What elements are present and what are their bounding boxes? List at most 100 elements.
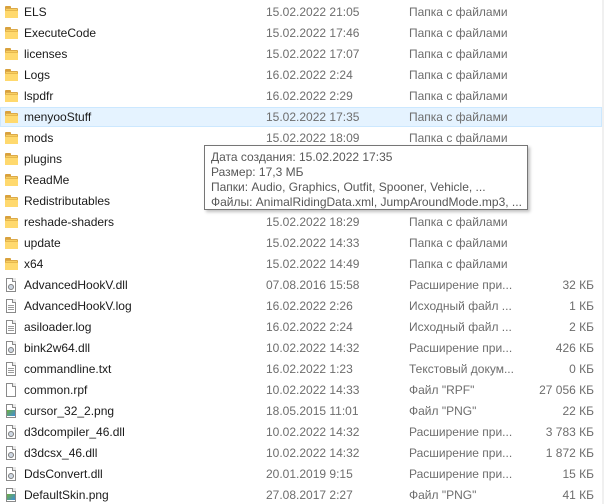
date-modified: 16.02.2022 1:23 — [266, 362, 353, 376]
date-modified: 15.02.2022 14:33 — [266, 236, 360, 250]
folder-icon — [4, 215, 18, 229]
text-file-icon — [4, 362, 18, 376]
file-name: DdsConvert.dll — [24, 467, 103, 481]
date-modified: 20.01.2019 9:15 — [266, 467, 353, 481]
text-file-icon — [4, 299, 18, 313]
file-size: 0 КБ — [569, 362, 594, 376]
dll-file-icon — [4, 278, 18, 292]
file-name: commandline.txt — [24, 362, 112, 376]
file-name: menyooStuff — [24, 110, 92, 124]
image-file-icon — [4, 488, 18, 502]
file-row[interactable]: commandline.txt 16.02.2022 1:23 Текстовый … — [0, 359, 604, 380]
file-name: d3dcompiler_46.dll — [24, 425, 125, 439]
folder-row[interactable]: update 15.02.2022 14:33 Папка с файлами — [0, 233, 604, 254]
file-size — [500, 68, 594, 83]
file-row[interactable]: common.rpf 10.02.2022 14:33 Файл "RPF" 27 0… — [0, 380, 604, 401]
file-size: 2 КБ — [569, 320, 594, 334]
date-modified: 15.02.2022 18:09 — [266, 131, 360, 145]
file-row[interactable]: d3dcsx_46.dll 10.02.2022 14:32 Расширение … — [0, 443, 604, 464]
file-size — [500, 257, 594, 272]
folder-row[interactable]: Logs 16.02.2022 2:24 Папка с файлами — [0, 65, 604, 86]
file-name: cursor_32_2.png — [24, 404, 115, 418]
file-name: x64 — [24, 257, 44, 271]
folder-row[interactable]: ExecuteCode 15.02.2022 17:46 Папка с файла… — [0, 23, 604, 44]
date-modified: 10.02.2022 14:33 — [266, 383, 360, 397]
file-size: 22 КБ — [562, 404, 594, 418]
folder-row[interactable]: ELS 15.02.2022 21:05 Папка с файлами — [0, 2, 604, 23]
file-name: Logs — [24, 68, 51, 82]
file-row[interactable]: d3dcompiler_46.dll 10.02.2022 14:32 Расшир… — [0, 422, 604, 443]
file-size: 41 КБ — [562, 488, 594, 502]
date-modified: 16.02.2022 2:24 — [266, 68, 353, 82]
tooltip-folders: Папки: Audio, Graphics, Outfit, Spooner,… — [211, 180, 486, 194]
file-size — [500, 89, 594, 104]
date-modified: 15.02.2022 21:05 — [266, 5, 360, 19]
folder-icon — [4, 26, 18, 40]
file-name: AdvancedHookV.log — [24, 299, 132, 313]
file-name: ELS — [24, 5, 47, 19]
file-size: 1 872 КБ — [545, 446, 594, 460]
date-modified: 15.02.2022 18:29 — [266, 215, 360, 229]
file-size — [500, 131, 594, 146]
dll-file-icon — [4, 425, 18, 439]
file-row[interactable]: cursor_32_2.png 18.05.2015 11:01 Файл "PNG… — [0, 401, 604, 422]
date-modified: 15.02.2022 17:46 — [266, 26, 360, 40]
folder-icon — [4, 131, 18, 145]
file-name: mods — [24, 131, 54, 145]
blank-file-icon — [4, 383, 18, 397]
file-row[interactable]: AdvancedHookV.log 16.02.2022 2:26 Исходный… — [0, 296, 604, 317]
file-row[interactable]: AdvancedHookV.dll 07.08.2016 15:58 Расшире… — [0, 275, 604, 296]
file-name: bink2w64.dll — [24, 341, 91, 355]
date-modified: 15.02.2022 14:49 — [266, 257, 360, 271]
tooltip-size: Размер: 17,3 МБ — [211, 165, 304, 179]
file-name: update — [24, 236, 61, 250]
folder-row[interactable]: x64 15.02.2022 14:49 Папка с файлами — [0, 254, 604, 275]
file-size — [500, 47, 594, 62]
folder-icon — [4, 257, 18, 271]
folder-icon — [4, 89, 18, 103]
date-modified: 10.02.2022 14:32 — [266, 341, 360, 355]
file-size — [500, 5, 594, 20]
file-size: 426 КБ — [555, 341, 594, 355]
folder-icon — [4, 173, 18, 187]
tooltip-files: Файлы: AnimalRidingData.xml, JumpAroundM… — [211, 195, 521, 209]
file-name: DefaultSkin.png — [24, 488, 109, 502]
folder-icon — [4, 152, 18, 166]
date-modified: 10.02.2022 14:32 — [266, 446, 360, 460]
file-size: 27 056 КБ — [539, 383, 594, 397]
file-size — [500, 215, 594, 230]
file-name: licenses — [24, 47, 68, 61]
tooltip-created: Дата создания: 15.02.2022 17:35 — [211, 150, 393, 164]
image-file-icon — [4, 404, 18, 418]
file-row[interactable]: DefaultSkin.png 27.08.2017 2:27 Файл "PNG"… — [0, 485, 604, 504]
folder-row[interactable]: licenses 15.02.2022 17:07 Папка с файлами — [0, 44, 604, 65]
file-name: common.rpf — [24, 383, 88, 397]
file-row[interactable]: asiloader.log 16.02.2022 2:24 Исходный фай… — [0, 317, 604, 338]
folder-icon — [4, 47, 18, 61]
file-size: 32 КБ — [562, 278, 594, 292]
date-modified: 15.02.2022 17:35 — [266, 110, 360, 124]
date-modified: 18.05.2015 11:01 — [266, 404, 359, 418]
file-name: ExecuteCode — [24, 26, 97, 40]
file-size: 15 КБ — [562, 467, 594, 481]
folder-row[interactable]: lspdfr 16.02.2022 2:29 Папка с файлами — [0, 86, 604, 107]
text-file-icon — [4, 320, 18, 334]
file-size — [500, 110, 594, 125]
file-name: d3dcsx_46.dll — [24, 446, 98, 460]
file-row[interactable]: bink2w64.dll 10.02.2022 14:32 Расширение п… — [0, 338, 604, 359]
dll-file-icon — [4, 467, 18, 481]
date-modified: 07.08.2016 15:58 — [266, 278, 360, 292]
folder-info-tooltip: Дата создания: 15.02.2022 17:35 Размер: … — [204, 145, 528, 210]
folder-icon — [4, 194, 18, 208]
folder-icon — [4, 236, 18, 250]
folder-icon — [4, 68, 18, 82]
date-modified: 16.02.2022 2:29 — [266, 89, 353, 103]
file-size: 3 783 КБ — [545, 425, 594, 439]
file-row[interactable]: DdsConvert.dll 20.01.2019 9:15 Расширение … — [0, 464, 604, 485]
file-name: reshade-shaders — [24, 215, 115, 229]
date-modified: 27.08.2017 2:27 — [266, 488, 353, 502]
folder-row[interactable]: reshade-shaders 15.02.2022 18:29 Папка с ф… — [0, 212, 604, 233]
folder-row[interactable]: menyooStuff 15.02.2022 17:35 Папка с файла… — [0, 107, 604, 128]
file-name: lspdfr — [24, 89, 54, 103]
folder-icon — [4, 110, 18, 124]
